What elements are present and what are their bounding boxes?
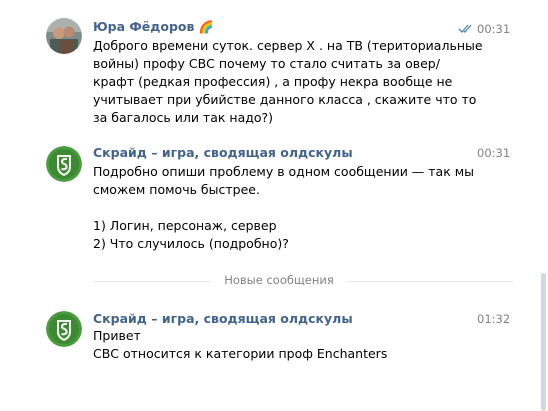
divider-line [346,281,513,282]
message-text: Доброго времени суток. сервер Х . на ТВ … [93,38,483,125]
message-time[interactable]: 00:31 [477,146,510,160]
group-logo [46,146,82,182]
double-check-icon [458,24,472,33]
message-text: Привет СВС относится к категории проф En… [93,328,388,361]
message-time[interactable]: 00:31 [477,22,510,36]
avatar[interactable] [46,311,82,347]
avatar[interactable] [46,146,82,182]
message-author[interactable]: Юра Фёдоров 🌈 [93,19,214,34]
message-time[interactable]: 01:32 [477,312,510,326]
message-author[interactable]: Скрайд – игра, сводящая олдскулы [93,145,353,160]
divider-label: Новые сообщения [224,273,334,287]
rainbow-emoji: 🌈 [198,20,214,34]
group-logo [46,311,82,347]
scrollbar[interactable] [541,273,546,411]
message-text: Подробно опиши проблему в одном сообщени… [93,164,475,251]
message-author[interactable]: Скрайд – игра, сводящая олдскулы [93,311,353,326]
new-messages-divider: Новые сообщения [93,273,513,289]
avatar[interactable] [46,18,82,54]
chat-history: Юра Фёдоров 🌈 00:31 Доброго времени суто… [0,0,548,411]
divider-line [93,281,211,282]
